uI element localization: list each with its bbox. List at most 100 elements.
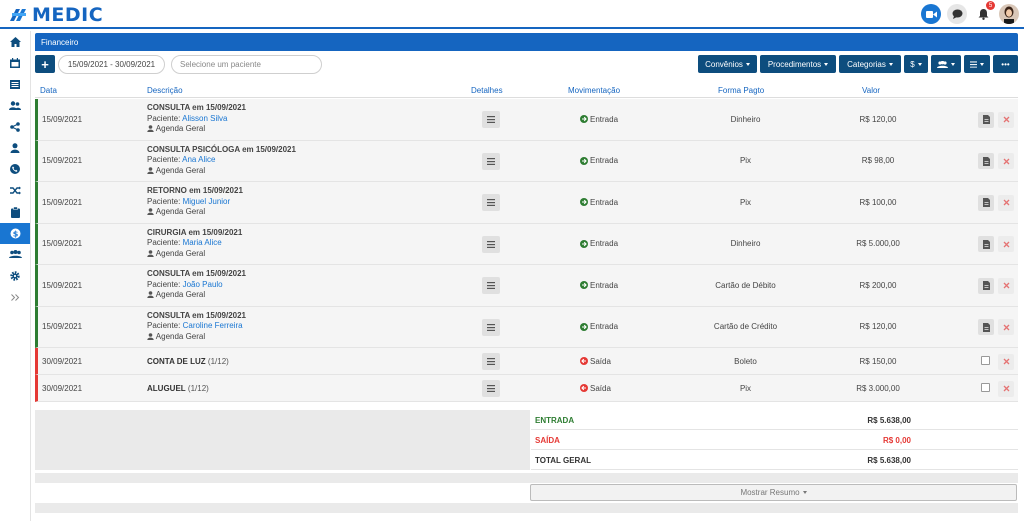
table-row[interactable]: 15/09/2021 CONSULTA em 15/09/2021 Pacien… <box>35 306 1018 348</box>
table-row[interactable]: 15/09/2021 CONSULTA PSICÓLOGA em 15/09/2… <box>35 140 1018 182</box>
clipboard-icon <box>10 206 20 218</box>
details-button[interactable] <box>482 277 500 295</box>
patient-prefix: Paciente: <box>147 155 181 164</box>
avatar[interactable] <box>999 4 1019 24</box>
patient-link[interactable]: Caroline Ferreira <box>183 321 243 330</box>
receipt-button[interactable] <box>978 236 994 253</box>
row-checkbox[interactable] <box>981 355 990 365</box>
row-description: CONSULTA PSICÓLOGA em 15/09/2021 Pacient… <box>147 145 296 177</box>
delete-button[interactable] <box>998 236 1014 253</box>
delete-button[interactable] <box>998 277 1014 294</box>
payment-method: Boleto <box>734 356 757 366</box>
table-row[interactable]: 15/09/2021 CONSULTA em 15/09/2021 Pacien… <box>35 265 1018 307</box>
movement-label: Entrada <box>590 197 619 207</box>
col-valor[interactable]: Valor <box>862 86 880 95</box>
delete-button[interactable] <box>998 380 1014 397</box>
sidebar-item-doctor[interactable] <box>0 137 30 158</box>
delete-button[interactable] <box>998 353 1014 370</box>
col-data[interactable]: Data <box>40 86 57 95</box>
receipt-button[interactable] <box>978 319 994 336</box>
arrow-right-circle-icon <box>580 239 588 248</box>
delete-button[interactable] <box>998 194 1014 211</box>
more-button[interactable]: ••• <box>993 55 1018 73</box>
app-logo[interactable]: MEDIC <box>8 4 103 26</box>
video-icon[interactable] <box>921 4 941 24</box>
patient-link[interactable]: Ana Alice <box>182 155 215 164</box>
row-title: CONSULTA em 15/09/2021 <box>147 310 247 320</box>
add-button[interactable]: + <box>35 55 55 73</box>
delete-button[interactable] <box>998 153 1014 170</box>
patient-select[interactable]: Selecione um paciente <box>171 55 322 74</box>
sidebar-item-home[interactable] <box>0 31 30 52</box>
details-button[interactable] <box>482 111 500 129</box>
row-date: 15/09/2021 <box>42 197 83 207</box>
patient-link[interactable]: João Paulo <box>183 280 223 289</box>
table-row[interactable]: 30/09/2021 CONTA DE LUZ (1/12) Saída Boleto… <box>35 348 1018 375</box>
arrow-right-circle-icon <box>580 115 588 124</box>
arrow-right-circle-icon <box>580 322 588 331</box>
sidebar-item-phone[interactable] <box>0 159 30 180</box>
table-row[interactable]: 15/09/2021 CIRURGIA em 15/09/2021 Pacien… <box>35 223 1018 265</box>
sidebar-item-financeiro[interactable]: $ <box>0 222 30 244</box>
caret-down-icon <box>951 62 955 66</box>
row-checkbox[interactable] <box>981 382 990 392</box>
procedimentos-dropdown[interactable]: Procedimentos <box>760 55 836 73</box>
details-button[interactable] <box>482 235 500 253</box>
sidebar-item-agenda[interactable] <box>0 52 30 73</box>
receipt-button[interactable] <box>978 111 994 128</box>
sidebar-item-shuffle[interactable] <box>0 180 30 201</box>
receipt-button[interactable] <box>978 153 994 170</box>
gear-icon <box>10 271 20 281</box>
caret-down-icon <box>917 62 922 66</box>
details-button[interactable] <box>482 380 500 397</box>
sidebar-item-settings[interactable] <box>0 265 30 286</box>
col-forma-pagto[interactable]: Forma Pagto <box>718 86 764 95</box>
patient-link[interactable]: Alisson Silva <box>182 114 227 123</box>
date-range-picker[interactable]: 15/09/2021 - 30/09/2021 <box>58 55 165 74</box>
show-summary-button[interactable]: Mostrar Resumo <box>530 484 1017 501</box>
list-dropdown[interactable] <box>964 55 990 73</box>
col-descricao[interactable]: Descrição <box>147 86 183 95</box>
sidebar-expand[interactable] <box>0 287 30 308</box>
categorias-dropdown[interactable]: Categorias <box>839 55 901 73</box>
menu-icon <box>487 282 495 290</box>
receipt-button[interactable] <box>978 277 994 294</box>
table-row[interactable]: 30/09/2021 ALUGUEL (1/12) Saída Pix R$ 3.000… <box>35 375 1018 402</box>
delete-button[interactable] <box>998 111 1014 128</box>
caret-down-icon <box>802 491 807 494</box>
chat-icon[interactable] <box>947 4 967 24</box>
sidebar-item-patients[interactable] <box>0 95 30 116</box>
patient-link[interactable]: Miguel Junior <box>183 197 231 206</box>
details-button[interactable] <box>482 353 500 370</box>
convenios-dropdown[interactable]: Convênios <box>698 55 757 73</box>
close-icon <box>1003 199 1009 206</box>
details-button[interactable] <box>482 318 500 336</box>
table-row[interactable]: 15/09/2021 RETORNO em 15/09/2021 Pacient… <box>35 182 1018 224</box>
currency-dropdown[interactable]: $ <box>904 55 928 73</box>
sidebar-item-records[interactable] <box>0 74 30 95</box>
col-movimentacao[interactable]: Movimentação <box>568 86 620 95</box>
sidebar-item-team[interactable] <box>0 244 30 265</box>
users-dropdown[interactable] <box>931 55 961 73</box>
col-detalhes[interactable]: Detalhes <box>471 86 503 95</box>
patient-link[interactable]: Maria Alice <box>183 238 222 247</box>
arrow-right-circle-icon <box>580 156 588 165</box>
notification-badge: 5 <box>986 1 995 10</box>
calendar-icon <box>10 57 20 68</box>
details-button[interactable] <box>482 152 500 170</box>
row-title: RETORNO em 15/09/2021 <box>147 186 243 195</box>
sidebar-item-clipboard[interactable] <box>0 201 30 222</box>
delete-button[interactable] <box>998 319 1014 336</box>
user-icon <box>147 249 154 257</box>
bell-icon[interactable]: 5 <box>973 1 995 24</box>
table-row[interactable]: 15/09/2021 CONSULTA em 15/09/2021 Pacien… <box>35 99 1018 141</box>
details-button[interactable] <box>482 194 500 212</box>
row-description: CONTA DE LUZ (1/12) <box>147 357 229 366</box>
menu-icon <box>487 116 495 124</box>
sidebar-item-share[interactable] <box>0 116 30 137</box>
user-icon <box>147 332 154 340</box>
row-value: R$ 150,00 <box>859 356 897 366</box>
receipt-button[interactable] <box>978 194 994 211</box>
home-icon <box>9 36 21 47</box>
payment-method: Dinheiro <box>730 114 761 124</box>
